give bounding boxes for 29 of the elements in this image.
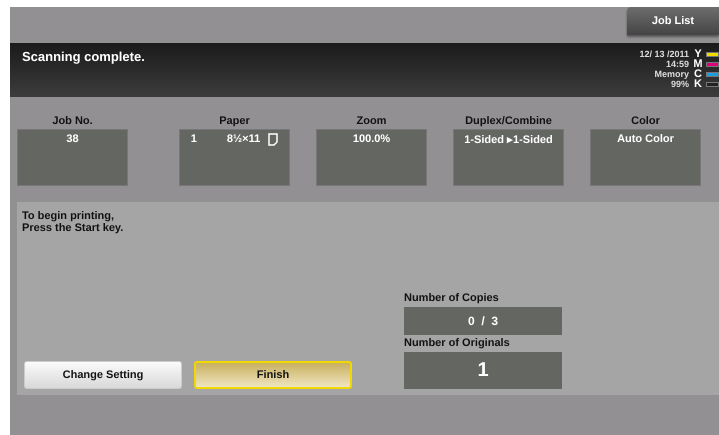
originals-display: 1 — [404, 352, 562, 389]
date-text: 12/ 13 /2011 — [639, 49, 689, 59]
setting-button[interactable]: 100.0% — [316, 129, 427, 186]
setting-label: Duplex/Combine — [465, 114, 552, 129]
memory-value: 99% — [670, 79, 689, 89]
setting-button[interactable]: 1 8½×11 — [179, 129, 290, 186]
copies-label: Number of Copies — [404, 291, 500, 306]
toner-letter: Y — [693, 48, 703, 60]
time-text: 14:59 — [666, 59, 689, 69]
change-setting-button[interactable]: Change Setting — [24, 361, 182, 389]
instruction-text: To begin printing, Press the Start key. — [22, 210, 124, 236]
toner-letter: K — [693, 78, 703, 90]
finish-button[interactable]: Finish — [194, 361, 352, 389]
originals-label: Number of Originals — [404, 336, 511, 351]
setting-label: Zoom — [356, 114, 386, 129]
job-list-button[interactable]: Job List — [627, 7, 719, 35]
setting-button[interactable]: 1-Sided ▸1-Sided — [453, 129, 564, 186]
copies-display: 0 / 3 — [404, 307, 562, 335]
status-message: Scanning complete. — [22, 49, 145, 66]
page-icon — [268, 133, 278, 146]
toner-letter: M — [693, 58, 703, 70]
toner-gauge — [706, 82, 719, 86]
setting-label: Job No. — [52, 114, 93, 129]
setting-label: Color — [631, 114, 660, 129]
setting-button[interactable]: 38 — [17, 129, 128, 186]
toner-letter: C — [693, 68, 703, 80]
memory-label: Memory — [654, 69, 689, 79]
setting-button[interactable]: Auto Color — [590, 129, 701, 186]
setting-label: Paper — [219, 114, 250, 129]
